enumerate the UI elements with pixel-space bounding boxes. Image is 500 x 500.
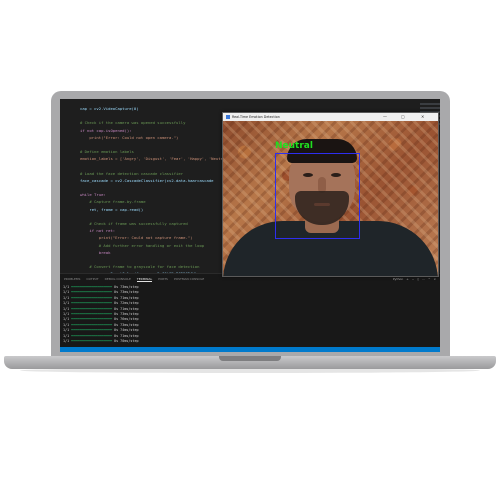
step-count: 1/1	[63, 285, 72, 289]
maximize-icon[interactable]: ▢	[401, 113, 405, 121]
progress-bar: ━━━━━━━━━━━━━━━━━━━━	[71, 333, 112, 338]
app-icon	[226, 115, 230, 119]
webcam-feed: Neutral	[223, 121, 438, 276]
emotion-label: Neutral	[275, 141, 313, 151]
progress-bar: ━━━━━━━━━━━━━━━━━━━━	[71, 338, 112, 343]
close-icon[interactable]: ✕	[421, 113, 424, 121]
step-time: 0s 71ms/step	[112, 306, 139, 311]
step-time: 0s 73ms/step	[112, 311, 139, 316]
progress-bar: ━━━━━━━━━━━━━━━━━━━━	[71, 322, 112, 327]
tab-terminal[interactable]: TERMINAL	[136, 276, 153, 282]
tab-ports[interactable]: PORTS	[158, 276, 168, 282]
progress-bar: ━━━━━━━━━━━━━━━━━━━━	[71, 295, 112, 300]
step-time: 0s 73ms/step	[112, 285, 139, 289]
step-count: 1/1	[63, 311, 72, 316]
camera-window-titlebar[interactable]: Real-Time Emotion Detection — ▢ ✕	[223, 113, 438, 121]
laptop-notch	[219, 356, 281, 361]
progress-bar: ━━━━━━━━━━━━━━━━━━━━	[71, 311, 112, 316]
minimize-icon[interactable]: —	[383, 113, 387, 121]
step-time: 0s 71ms/step	[112, 333, 139, 338]
progress-bar: ━━━━━━━━━━━━━━━━━━━━	[71, 290, 112, 295]
step-count: 1/1	[63, 338, 72, 343]
status-bar	[60, 347, 440, 352]
step-count: 1/1	[63, 322, 72, 327]
step-count: 1/1	[63, 333, 72, 338]
step-count: 1/1	[63, 306, 72, 311]
step-time: 0s 70ms/step	[112, 338, 139, 343]
progress-bar: ━━━━━━━━━━━━━━━━━━━━	[71, 306, 112, 311]
terminal-output[interactable]: 1/1 ━━━━━━━━━━━━━━━━━━━━ 0s 73ms/step 1/1…	[63, 285, 139, 344]
panel-tabs: PROBLEMS OUTPUT DEBUG CONSOLE TERMINAL PORTS…	[64, 276, 204, 282]
step-time: 0s 76ms/step	[112, 317, 139, 322]
terminal-line: 1/1 ━━━━━━━━━━━━━━━━━━━━ 0s 70ms/step	[63, 339, 139, 344]
step-count: 1/1	[63, 317, 72, 322]
step-count: 1/1	[63, 290, 72, 295]
step-count: 1/1	[63, 328, 72, 333]
tab-output[interactable]: OUTPUT	[86, 276, 98, 282]
bottom-panel: PROBLEMS OUTPUT DEBUG CONSOLE TERMINAL PORTS…	[60, 273, 440, 352]
camera-window-title: Real-Time Emotion Detection	[232, 115, 280, 119]
progress-bar: ━━━━━━━━━━━━━━━━━━━━	[71, 317, 112, 322]
camera-window[interactable]: Real-Time Emotion Detection — ▢ ✕ Neutra…	[222, 112, 439, 277]
progress-bar: ━━━━━━━━━━━━━━━━━━━━	[71, 301, 112, 306]
step-time: 0s 73ms/step	[112, 290, 139, 295]
step-time: 0s 72ms/step	[112, 301, 139, 306]
laptop-screen: cap = cv2.VideoCapture(0) # Check if the …	[60, 99, 440, 352]
progress-bar: ━━━━━━━━━━━━━━━━━━━━	[71, 328, 112, 333]
tab-problems[interactable]: PROBLEMS	[64, 276, 80, 282]
progress-bar: ━━━━━━━━━━━━━━━━━━━━	[71, 285, 112, 289]
step-time: 0s 74ms/step	[112, 328, 139, 333]
step-time: 0s 71ms/step	[112, 295, 139, 300]
face-detection-box	[275, 153, 360, 239]
tab-debug-console[interactable]: DEBUG CONSOLE	[105, 276, 131, 282]
step-time: 0s 73ms/step	[112, 322, 139, 327]
tab-postman-console[interactable]: POSTMAN CONSOLE	[174, 276, 204, 282]
step-count: 1/1	[63, 295, 72, 300]
step-count: 1/1	[63, 301, 72, 306]
